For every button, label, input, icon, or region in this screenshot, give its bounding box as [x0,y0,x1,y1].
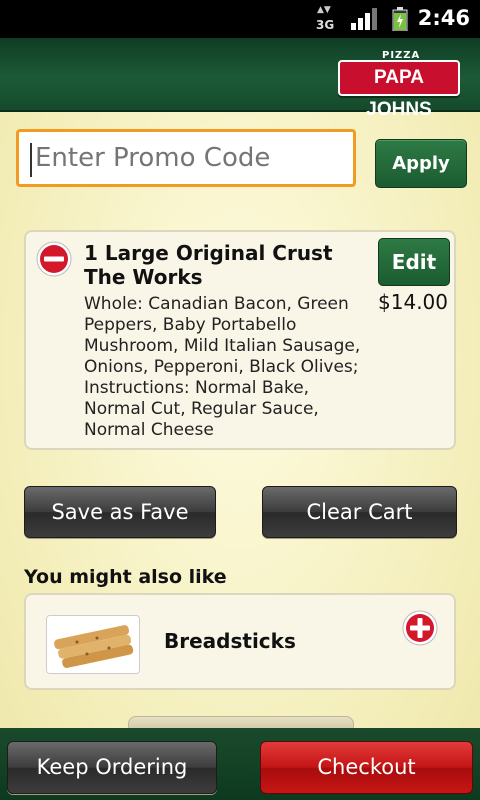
cart-item-description: Whole: Canadian Bacon, Green Peppers, Ba… [84,294,361,440]
signal-strength-icon [351,8,377,30]
suggestions-heading: You might also like [24,566,227,588]
apply-promo-button[interactable]: Apply [375,139,467,188]
logo-brand-text: PAPA JOHNS [338,60,460,120]
network-type: 3G [316,18,335,32]
promo-code-input[interactable] [16,129,356,187]
edit-item-button[interactable]: Edit [378,238,450,286]
clear-cart-button[interactable]: Clear Cart [262,486,457,538]
remove-item-icon[interactable] [36,241,72,277]
papa-johns-logo: PIZZA PAPA JOHNS [338,50,460,120]
app-header: PIZZA PAPA JOHNS [0,38,480,120]
add-item-icon[interactable] [402,610,438,646]
network-3g-icon: ▲▼ 3G [316,5,335,33]
save-as-fave-button[interactable]: Save as Fave [24,486,216,538]
cart-item-title: 1 Large Original Crust The Works [84,241,333,289]
text-cursor [30,143,32,177]
keep-ordering-button[interactable]: Keep Ordering [7,741,217,794]
breadsticks-image [46,615,140,674]
status-time: 2:46 [417,6,470,30]
battery-charging-icon [392,7,408,31]
status-bar: ▲▼ 3G 2:46 [0,0,480,38]
suggestion-name: Breadsticks [164,629,296,653]
checkout-button[interactable]: Checkout [260,741,473,794]
cart-item-price: $14.00 [378,290,448,314]
